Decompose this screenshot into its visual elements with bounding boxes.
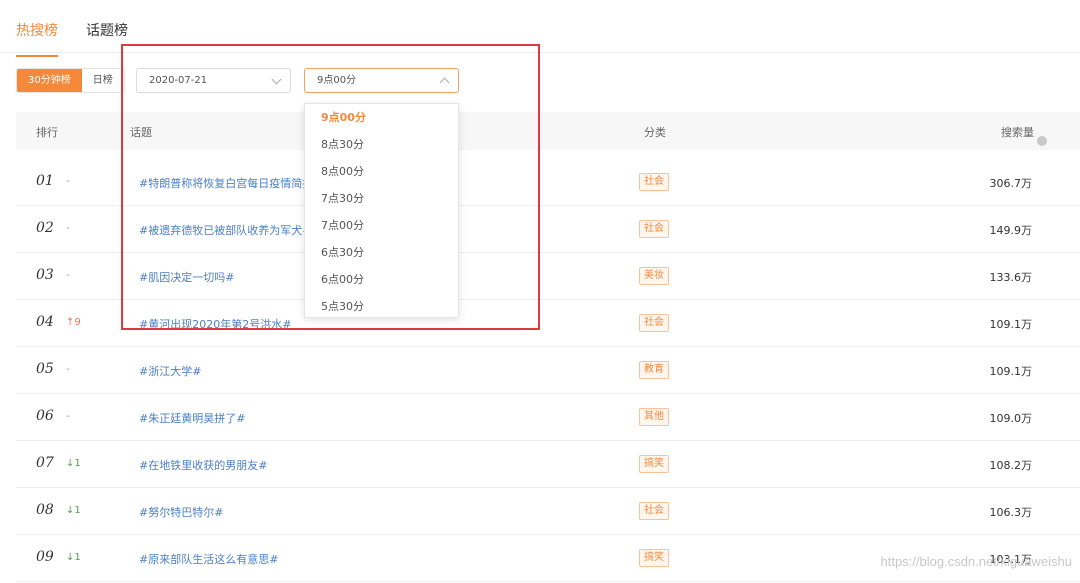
table-row: 08 ↓1 #努尔特巴特尔# 社会 106.3万 xyxy=(16,488,1080,535)
row-category-badge: 美妆 xyxy=(639,267,669,285)
date-select[interactable]: 2020-07-21 xyxy=(136,68,291,93)
table-row: 06 - #朱正廷黄明昊拼了# 其他 109.0万 xyxy=(16,394,1080,441)
time-option[interactable]: 9点00分 xyxy=(305,104,458,131)
header-category: 分类 xyxy=(644,126,666,139)
time-option[interactable]: 7点30分 xyxy=(305,185,458,212)
row-trend: - xyxy=(66,270,70,281)
row-category-badge: 社会 xyxy=(639,220,669,238)
row-volume: 109.1万 xyxy=(989,365,1033,378)
table-header: 排行 话题 分类 搜索量 xyxy=(16,112,1080,150)
table-row: 03 - #肌因决定一切吗# 美妆 133.6万 xyxy=(16,253,1080,300)
watermark: https://blog.csdn.net/xiguaweishu xyxy=(880,554,1072,569)
time-option[interactable]: 6点30分 xyxy=(305,239,458,266)
row-category-badge: 社会 xyxy=(639,314,669,332)
tab-topic[interactable]: 话题榜 xyxy=(86,20,128,40)
table-row: 07 ↓1 #在地铁里收获的男朋友# 搞笑 108.2万 xyxy=(16,441,1080,488)
table-row: 01 - #特朗普称将恢复白宫每日疫情简报# 社会 306.7万 xyxy=(16,159,1080,206)
time-option[interactable]: 7点00分 xyxy=(305,212,458,239)
row-rank: 04 xyxy=(36,314,54,330)
row-category-badge: 教育 xyxy=(639,361,669,379)
table-row: 02 - #被遗弃德牧已被部队收养为军犬# 社会 149.9万 xyxy=(16,206,1080,253)
row-volume: 149.9万 xyxy=(989,224,1033,237)
row-category-badge: 搞笑 xyxy=(639,455,669,473)
row-topic-link[interactable]: #在地铁里收获的男朋友# xyxy=(139,457,267,473)
row-rank: 02 xyxy=(36,220,54,236)
table-row: 05 - #浙江大学# 教育 109.1万 xyxy=(16,347,1080,394)
chevron-down-icon xyxy=(271,74,282,85)
header-volume: 搜索量 xyxy=(1001,124,1047,146)
row-topic-link[interactable]: #特朗普称将恢复白宫每日疫情简报# xyxy=(139,175,322,191)
row-trend: - xyxy=(66,223,70,234)
row-trend: ↓1 xyxy=(66,505,81,516)
time-option[interactable]: 8点00分 xyxy=(305,158,458,185)
time-select[interactable]: 9点00分 xyxy=(304,68,459,93)
row-volume: 109.0万 xyxy=(989,412,1033,425)
row-rank: 05 xyxy=(36,361,54,377)
period-30min-button[interactable]: 30分钟榜 xyxy=(17,69,82,92)
row-topic-link[interactable]: #肌因决定一切吗# xyxy=(139,269,234,285)
row-trend: - xyxy=(66,411,70,422)
table-row: 04 ↑9 #黄河出现2020年第2号洪水# 社会 109.1万 xyxy=(16,300,1080,347)
help-icon[interactable] xyxy=(1037,136,1047,146)
time-select-value: 9点00分 xyxy=(317,75,357,86)
row-trend: - xyxy=(66,176,70,187)
time-option[interactable]: 5点30分 xyxy=(305,293,458,317)
row-volume: 306.7万 xyxy=(989,177,1033,190)
row-trend: ↓1 xyxy=(66,552,81,563)
row-rank: 06 xyxy=(36,408,54,424)
time-option[interactable]: 6点00分 xyxy=(305,266,458,293)
row-category-badge: 社会 xyxy=(639,502,669,520)
row-trend: ↑9 xyxy=(66,317,81,328)
row-trend: - xyxy=(66,364,70,375)
header-topic: 话题 xyxy=(130,126,152,139)
row-rank: 01 xyxy=(36,173,54,189)
row-rank: 07 xyxy=(36,455,54,471)
row-category-badge: 搞笑 xyxy=(639,549,669,567)
row-topic-link[interactable]: #被遗弃德牧已被部队收养为军犬# xyxy=(139,222,311,238)
row-volume: 108.2万 xyxy=(989,459,1033,472)
row-topic-link[interactable]: #努尔特巴特尔# xyxy=(139,504,223,520)
row-category-badge: 其他 xyxy=(639,408,669,426)
chevron-up-icon xyxy=(439,77,450,88)
date-select-value: 2020-07-21 xyxy=(149,75,208,86)
row-volume: 106.3万 xyxy=(989,506,1033,519)
period-daily-button[interactable]: 日榜 xyxy=(81,69,124,92)
row-volume: 109.1万 xyxy=(989,318,1033,331)
row-topic-link[interactable]: #黄河出现2020年第2号洪水# xyxy=(139,316,291,332)
header-rank: 排行 xyxy=(36,126,58,139)
time-dropdown-menu: 9点00分 8点30分 8点00分 7点30分 7点00分 6点30分 6点00… xyxy=(304,103,459,318)
row-rank: 03 xyxy=(36,267,54,283)
time-option[interactable]: 8点30分 xyxy=(305,131,458,158)
period-toggle: 30分钟榜 日榜 xyxy=(16,68,125,93)
row-volume: 133.6万 xyxy=(989,271,1033,284)
row-rank: 09 xyxy=(36,549,54,565)
row-topic-link[interactable]: #原来部队生活这么有意思# xyxy=(139,551,278,567)
row-topic-link[interactable]: #浙江大学# xyxy=(139,363,201,379)
row-trend: ↓1 xyxy=(66,458,81,469)
row-topic-link[interactable]: #朱正廷黄明昊拼了# xyxy=(139,410,245,426)
header-volume-label: 搜索量 xyxy=(1001,126,1034,139)
row-category-badge: 社会 xyxy=(639,173,669,191)
row-rank: 08 xyxy=(36,502,54,518)
tab-hot-search[interactable]: 热搜榜 xyxy=(16,20,58,57)
top-tabs: 热搜榜 话题榜 xyxy=(0,0,1080,57)
